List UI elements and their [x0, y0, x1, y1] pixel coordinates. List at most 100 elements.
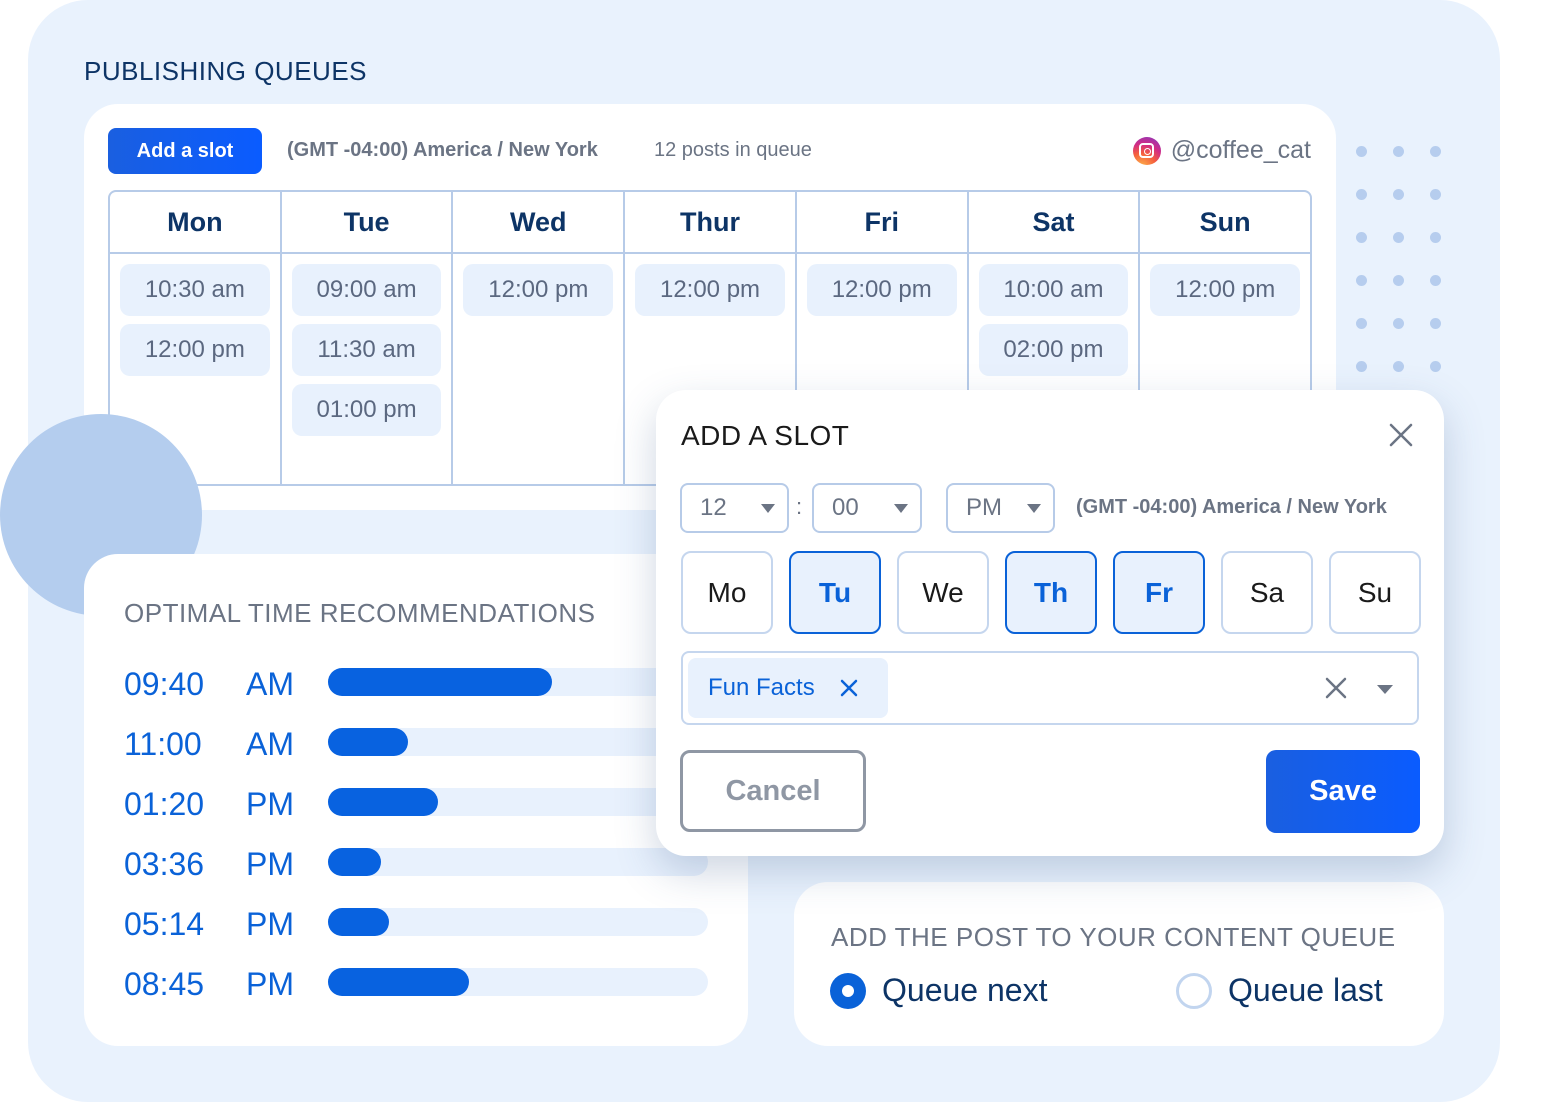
decorative-dots [1356, 146, 1446, 376]
time-slot[interactable]: 02:00 pm [978, 324, 1129, 376]
optimal-times-title: OPTIMAL TIME RECOMMENDATIONS [124, 598, 596, 628]
recommendation-row[interactable]: 11:00 AM [124, 726, 714, 766]
day-header: Mon [110, 192, 280, 254]
instagram-icon [1132, 136, 1161, 165]
radio-indicator [1176, 972, 1212, 1009]
day-header: Sat [968, 192, 1139, 254]
recommended-period: PM [246, 846, 294, 882]
clear-icon[interactable] [1324, 676, 1348, 700]
day-toggle-tu[interactable]: Tu [789, 551, 881, 634]
time-slot[interactable]: 12:00 pm [120, 324, 270, 376]
day-toggle-we[interactable]: We [897, 551, 989, 634]
recommended-period: PM [246, 786, 294, 822]
save-button[interactable]: Save [1266, 750, 1420, 833]
category-tag: Fun Facts [688, 658, 888, 718]
decorative-dot [1430, 318, 1441, 329]
minute-select[interactable]: 00 [812, 483, 922, 533]
day-toggle-fr[interactable]: Fr [1113, 551, 1205, 634]
cancel-button[interactable]: Cancel [680, 750, 866, 832]
time-slot[interactable]: 12:00 pm [806, 264, 957, 316]
score-bar-fill [328, 848, 382, 876]
recommended-time: 05:14 [124, 906, 205, 942]
decorative-dot [1430, 275, 1441, 286]
recommendation-row[interactable]: 05:14 PM [124, 906, 714, 946]
time-slot[interactable]: 12:00 pm [463, 264, 614, 316]
day-header: Sun [1140, 192, 1311, 254]
modal-timezone-label: (GMT -04:00) America / New York [1076, 496, 1387, 518]
decorative-dot [1393, 146, 1404, 157]
score-bar-track [328, 788, 708, 816]
decorative-dot [1430, 146, 1441, 157]
decorative-dot [1393, 189, 1404, 200]
decorative-dot [1356, 189, 1367, 200]
queue-option-title: ADD THE POST TO YOUR CONTENT QUEUE [831, 922, 1396, 952]
time-slot[interactable]: 11:30 am [291, 324, 442, 376]
page-title: PUBLISHING QUEUES [84, 56, 368, 86]
day-header: Thur [625, 192, 795, 254]
recommended-time: 11:00 [124, 726, 202, 762]
day-toggle-su[interactable]: Su [1329, 551, 1421, 634]
queue-option-panel [794, 882, 1444, 1046]
hour-value: 12 [700, 494, 727, 521]
recommendation-row[interactable]: 03:36 PM [124, 846, 714, 886]
decorative-dot [1393, 318, 1404, 329]
recommendation-row[interactable]: 01:20 PM [124, 786, 714, 826]
day-header: Tue [281, 192, 452, 254]
recommended-time: 01:20 [124, 786, 205, 822]
day-toggle-th[interactable]: Th [1005, 551, 1097, 634]
score-bar-fill [328, 728, 408, 756]
score-bar-track [328, 848, 708, 876]
score-bar-track [328, 728, 708, 756]
decorative-dot [1393, 232, 1404, 243]
score-bar-fill [328, 668, 553, 696]
recommended-period: PM [246, 906, 294, 942]
minute-value: 00 [832, 494, 859, 521]
recommended-time: 08:45 [124, 966, 205, 1002]
score-bar-fill [328, 908, 389, 936]
chevron-down-icon [894, 503, 908, 513]
period-select[interactable]: PM [946, 483, 1055, 533]
time-slot[interactable]: 01:00 pm [291, 384, 442, 436]
day-toggle-mo[interactable]: Mo [681, 551, 773, 634]
account-selector[interactable]: @coffee_cat [1132, 136, 1311, 165]
recommended-time: 09:40 [124, 666, 205, 702]
radio-label: Queue next [882, 972, 1048, 1008]
decorative-dot [1356, 318, 1367, 329]
time-slot[interactable]: 12:00 pm [635, 264, 785, 316]
time-slot[interactable]: 10:30 am [120, 264, 270, 316]
score-bar-fill [328, 968, 469, 996]
day-column-wed: Wed 12:00 pm [453, 192, 626, 484]
recommendation-row[interactable]: 08:45 PM [124, 966, 714, 1006]
decorative-dot [1430, 189, 1441, 200]
close-icon[interactable] [1386, 420, 1416, 450]
radio-indicator [830, 972, 866, 1009]
time-slot[interactable]: 12:00 pm [1150, 264, 1301, 316]
chevron-down-icon [1027, 503, 1041, 513]
hour-select[interactable]: 12 [680, 483, 789, 533]
day-column-tue: Tue 09:00 am 11:30 am 01:00 pm [281, 192, 454, 484]
account-handle: @coffee_cat [1170, 136, 1311, 164]
time-slot[interactable]: 10:00 am [978, 264, 1129, 316]
day-header: Fri [796, 192, 967, 254]
decorative-dot [1356, 146, 1367, 157]
decorative-dot [1430, 361, 1441, 372]
timezone-label: (GMT -04:00) America / New York [287, 139, 598, 161]
day-toggle-sa[interactable]: Sa [1221, 551, 1313, 634]
add-slot-button[interactable]: Add a slot [108, 128, 262, 174]
day-header: Wed [453, 192, 624, 254]
decorative-dot [1356, 275, 1367, 286]
time-separator: : [796, 494, 803, 519]
chevron-down-icon [761, 503, 775, 513]
recommendation-row[interactable]: 09:40 AM [124, 666, 714, 706]
decorative-dot [1393, 361, 1404, 372]
queue-last-radio[interactable]: Queue last [1176, 972, 1383, 1009]
recommended-period: AM [246, 666, 294, 702]
remove-tag-icon[interactable] [839, 678, 859, 698]
recommended-period: AM [246, 726, 294, 762]
queue-next-radio[interactable]: Queue next [830, 972, 1047, 1009]
time-slot[interactable]: 09:00 am [291, 264, 442, 316]
score-bar-track [328, 968, 708, 996]
chevron-down-icon[interactable] [1377, 685, 1393, 694]
decorative-dot [1356, 232, 1367, 243]
modal-title: ADD A SLOT [681, 420, 850, 451]
